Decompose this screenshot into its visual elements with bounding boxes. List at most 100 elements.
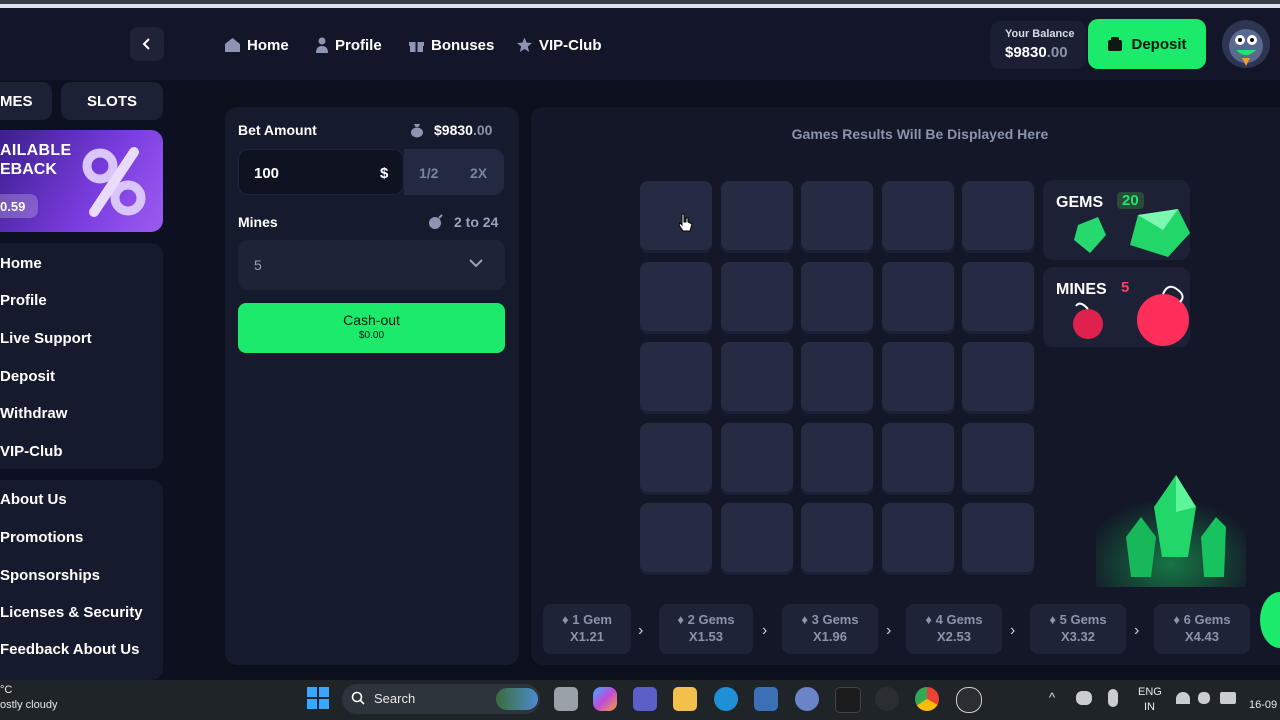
file-explorer-icon[interactable]: [673, 687, 697, 711]
multiplier-card: ♦ 5 Gems X3.32: [1030, 604, 1126, 654]
mines-info-card: MINES 5: [1043, 267, 1190, 347]
mine-tile[interactable]: [962, 181, 1034, 253]
mine-tile[interactable]: [640, 503, 712, 575]
bet-balance-cents: .00: [472, 122, 493, 138]
mine-tile[interactable]: [801, 503, 873, 575]
mine-tile[interactable]: [801, 261, 873, 334]
sidebar-item-home[interactable]: Home: [0, 255, 42, 272]
sidebar-item-promotions[interactable]: Promotions: [0, 529, 83, 546]
tab-games[interactable]: MES: [0, 82, 52, 120]
sidebar-item-about-us[interactable]: About Us: [0, 491, 67, 508]
gems-label: GEMS: [1056, 194, 1104, 211]
sidebar-item-deposit[interactable]: Deposit: [0, 368, 55, 385]
language-line1[interactable]: ENG: [1138, 686, 1162, 698]
sidebar-item-live-support[interactable]: Live Support: [0, 330, 92, 347]
copilot-icon[interactable]: [593, 687, 617, 711]
mine-tile[interactable]: [640, 342, 712, 414]
mine-tile[interactable]: [881, 181, 954, 253]
app-icon[interactable]: [875, 687, 899, 711]
microphone-icon[interactable]: [1108, 689, 1118, 707]
half-bet-button[interactable]: 1/2: [419, 165, 438, 181]
clock-date[interactable]: 16-09: [1249, 699, 1277, 711]
mine-tile[interactable]: [640, 422, 712, 495]
mine-tile[interactable]: [962, 503, 1034, 575]
sidebar-item-withdraw[interactable]: Withdraw: [0, 405, 67, 422]
teams-icon[interactable]: [633, 687, 657, 711]
sidebar-item-profile[interactable]: Profile: [0, 292, 47, 309]
gems-count: 20: [1117, 192, 1144, 209]
mine-tile[interactable]: [720, 342, 793, 414]
chrome-icon[interactable]: [915, 687, 939, 711]
cashout-amount: $0.00: [358, 330, 385, 341]
chevron-right-icon: ›: [762, 622, 768, 639]
chevron-up-icon[interactable]: ^: [1049, 690, 1055, 705]
results-placeholder-text: Games Results Will Be Displayed Here: [791, 126, 1049, 142]
multiplier-value: X2.53: [937, 629, 971, 644]
wifi-icon[interactable]: [1176, 692, 1190, 704]
sidebar-item-licenses-security[interactable]: Licenses & Security: [0, 604, 143, 621]
battery-icon[interactable]: [1220, 692, 1236, 704]
mine-tile[interactable]: [640, 261, 712, 334]
r-app-icon[interactable]: [795, 687, 819, 711]
mine-tile[interactable]: [720, 503, 793, 575]
settings-app-icon[interactable]: [956, 687, 982, 713]
onedrive-icon[interactable]: [1076, 691, 1092, 705]
mine-tile[interactable]: [720, 422, 793, 495]
taskbar-search-label: Search: [374, 691, 416, 706]
nav-bonuses[interactable]: Bonuses: [408, 35, 494, 55]
mines-select[interactable]: [238, 240, 505, 290]
cashout-button[interactable]: Cash-out $0.00: [238, 303, 505, 353]
collapse-sidebar-button[interactable]: [130, 27, 164, 61]
sidebar-item-sponsorships[interactable]: Sponsorships: [0, 567, 100, 584]
mines-info-count: 5: [1121, 279, 1130, 296]
mines-selected-value: 5: [254, 257, 262, 273]
rakeback-value: 0.59: [0, 194, 38, 218]
tab-games-label: MES: [0, 92, 33, 110]
edge-icon[interactable]: [714, 687, 738, 711]
mine-tile[interactable]: [881, 342, 954, 414]
balance-value: $9830.00: [1005, 44, 1068, 61]
deposit-button[interactable]: Deposit: [1088, 19, 1206, 69]
mine-tile[interactable]: [720, 181, 793, 253]
mine-tile[interactable]: [962, 261, 1034, 334]
multiplier-value: X1.96: [813, 629, 847, 644]
search-highlight-image: [496, 688, 538, 710]
double-bet-button[interactable]: 2X: [470, 165, 487, 181]
mine-tile[interactable]: [881, 261, 954, 334]
person-icon: [316, 37, 328, 53]
wallet-icon: [1108, 37, 1123, 51]
volume-icon[interactable]: [1198, 692, 1210, 704]
adobe-icon[interactable]: [835, 687, 861, 713]
windows-start-icon[interactable]: [307, 687, 329, 709]
home-icon: [225, 38, 240, 52]
mine-tile[interactable]: [801, 422, 873, 495]
mine-tile[interactable]: [720, 261, 793, 334]
mine-tile[interactable]: [962, 422, 1034, 495]
nav-vip-club[interactable]: VIP-Club: [516, 35, 602, 55]
language-line2[interactable]: IN: [1144, 701, 1155, 713]
mine-tile[interactable]: [640, 181, 712, 253]
nav-home[interactable]: Home: [224, 35, 289, 55]
multiplier-gems: 4 Gems: [935, 612, 983, 627]
balance-main: $9830: [1005, 44, 1047, 61]
mine-tile[interactable]: [962, 342, 1034, 414]
store-icon[interactable]: [754, 687, 778, 711]
mine-tile[interactable]: [801, 342, 873, 414]
tab-slots[interactable]: SLOTS: [61, 82, 163, 120]
mine-tile[interactable]: [881, 422, 954, 495]
nav-profile[interactable]: Profile: [315, 35, 382, 55]
browser-top-strip: [0, 0, 1280, 8]
cashout-label: Cash-out: [343, 312, 400, 328]
sidebar-item-feedback[interactable]: Feedback About Us: [0, 641, 139, 658]
chevron-left-icon: [142, 38, 150, 50]
multiplier-value: X1.53: [689, 629, 723, 644]
chevron-right-icon: ›: [1134, 622, 1140, 639]
deposit-label: Deposit: [1131, 35, 1187, 53]
multiplier-gems: 5 Gems: [1059, 612, 1107, 627]
mine-tile[interactable]: [801, 181, 873, 253]
task-view-icon[interactable]: [554, 687, 578, 711]
sidebar-item-vip-club[interactable]: VIP-Club: [0, 443, 63, 460]
mine-tile[interactable]: [881, 503, 954, 575]
avatar[interactable]: [1222, 20, 1270, 68]
bomb-icon: [429, 214, 443, 229]
